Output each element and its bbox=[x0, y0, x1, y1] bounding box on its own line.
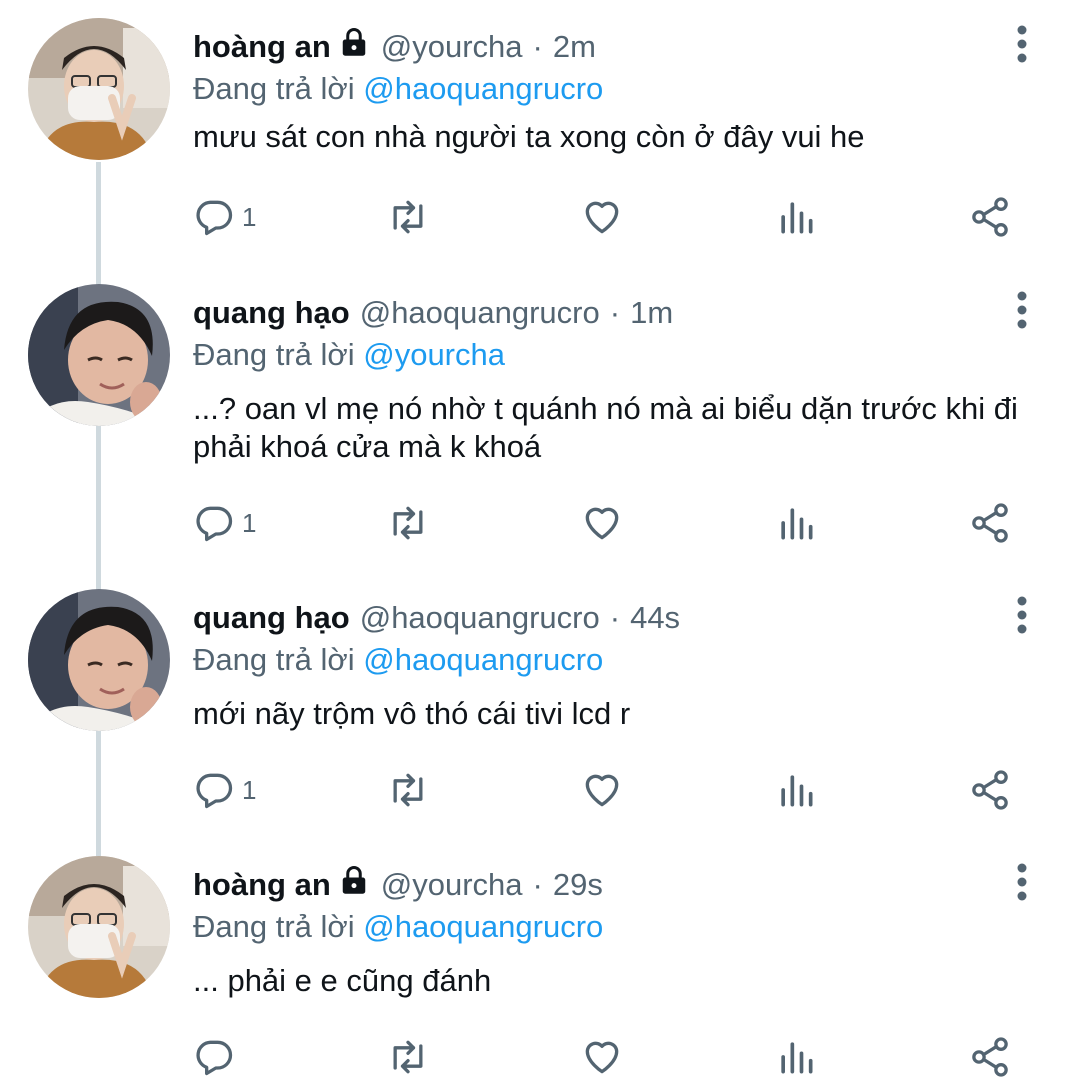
more-options-icon[interactable] bbox=[1004, 595, 1040, 635]
tweet-header: hoàng an @yourcha · 29s bbox=[193, 864, 603, 906]
reply-icon bbox=[196, 506, 233, 542]
analytics-icon bbox=[781, 202, 813, 234]
retweet-button[interactable] bbox=[386, 192, 430, 242]
share-icon bbox=[972, 1037, 1008, 1077]
replying-to: Đang trả lời @yourcha bbox=[193, 334, 505, 376]
user-handle[interactable]: @haoquangrucro bbox=[360, 597, 600, 639]
tweet-header: quang hạo @haoquangrucro · 44s bbox=[193, 597, 680, 639]
avatar[interactable] bbox=[28, 856, 170, 998]
like-button[interactable] bbox=[580, 1032, 624, 1082]
retweet-icon bbox=[393, 773, 423, 807]
reply-icon bbox=[196, 773, 233, 809]
timestamp[interactable]: 44s bbox=[630, 597, 680, 639]
display-name[interactable]: hoàng an bbox=[193, 26, 331, 68]
heart-icon bbox=[585, 1041, 619, 1074]
analytics-icon bbox=[781, 508, 813, 540]
replying-to-label: Đang trả lời bbox=[193, 909, 364, 944]
reply-button[interactable]: 1 bbox=[192, 498, 256, 548]
more-options-icon[interactable] bbox=[1004, 24, 1040, 64]
separator-dot: · bbox=[609, 295, 621, 330]
reply-mention-link[interactable]: @yourcha bbox=[363, 337, 505, 372]
analytics-button[interactable] bbox=[774, 498, 818, 548]
display-name[interactable]: quang hạo bbox=[193, 292, 350, 334]
replying-to: Đang trả lời @haoquangrucro bbox=[193, 639, 603, 681]
share-icon bbox=[972, 197, 1008, 237]
heart-icon bbox=[585, 774, 619, 807]
tweet-actions: 1 bbox=[0, 498, 1080, 548]
like-button[interactable] bbox=[580, 765, 624, 815]
reply-count: 1 bbox=[242, 201, 257, 232]
tweet-header: hoàng an @yourcha · 2m bbox=[193, 26, 596, 68]
like-button[interactable] bbox=[580, 192, 624, 242]
reply-icon bbox=[196, 1040, 233, 1076]
reply-count: 1 bbox=[242, 507, 257, 538]
analytics-icon bbox=[781, 1042, 813, 1074]
reply-button[interactable]: 1 bbox=[192, 192, 256, 242]
replying-to: Đang trả lời @haoquangrucro bbox=[193, 906, 603, 948]
more-options-icon[interactable] bbox=[1004, 290, 1040, 330]
retweet-icon bbox=[393, 506, 423, 540]
tweet-actions: 1 bbox=[0, 765, 1080, 815]
replying-to: Đang trả lời @haoquangrucro bbox=[193, 68, 603, 110]
retweet-icon bbox=[393, 1040, 423, 1074]
display-name[interactable]: quang hạo bbox=[193, 597, 350, 639]
separator-dot: · bbox=[532, 29, 543, 64]
timestamp[interactable]: 29s bbox=[553, 864, 603, 906]
tweet-text: ... phải e e cũng đánh bbox=[193, 963, 492, 998]
tweet-header: quang hạo @haoquangrucro · 1m bbox=[193, 292, 673, 334]
display-name[interactable]: hoàng an bbox=[193, 864, 331, 906]
share-button[interactable] bbox=[968, 192, 1012, 242]
retweet-icon bbox=[393, 200, 423, 234]
timestamp[interactable]: 2m bbox=[553, 26, 596, 68]
tweet-text: mới nãy trộm vô thó cái tivi lcd r bbox=[193, 696, 631, 731]
user-handle[interactable]: @haoquangrucro bbox=[360, 292, 600, 334]
retweet-button[interactable] bbox=[386, 765, 430, 815]
separator-dot: · bbox=[532, 867, 543, 902]
user-handle[interactable]: @yourcha bbox=[381, 864, 523, 906]
analytics-button[interactable] bbox=[774, 192, 818, 242]
reply-mention-link[interactable]: @haoquangrucro bbox=[363, 642, 603, 677]
reply-mention-link[interactable]: @haoquangrucro bbox=[363, 71, 603, 106]
share-icon bbox=[972, 770, 1008, 810]
share-button[interactable] bbox=[968, 498, 1012, 548]
tweet-text: mưu sát con nhà người ta xong còn ở đây … bbox=[193, 119, 865, 154]
tweet-text: ...? oan vl mẹ nó nhờ t quánh nó mà ai b… bbox=[193, 391, 1018, 464]
analytics-button[interactable] bbox=[774, 1032, 818, 1082]
like-button[interactable] bbox=[580, 498, 624, 548]
replying-to-label: Đang trả lời bbox=[193, 71, 364, 106]
avatar[interactable] bbox=[28, 284, 170, 426]
share-icon bbox=[972, 503, 1008, 543]
share-button[interactable] bbox=[968, 1032, 1012, 1082]
tweet-actions: 1 bbox=[0, 192, 1080, 242]
analytics-icon bbox=[781, 775, 813, 807]
heart-icon bbox=[585, 507, 619, 540]
lock-icon bbox=[342, 28, 366, 56]
avatar[interactable] bbox=[28, 18, 170, 160]
reply-count: 1 bbox=[242, 774, 257, 805]
reply-icon bbox=[196, 200, 233, 236]
replying-to-label: Đang trả lời bbox=[193, 642, 364, 677]
timestamp[interactable]: 1m bbox=[630, 292, 673, 334]
retweet-button[interactable] bbox=[386, 498, 430, 548]
lock-icon bbox=[342, 866, 366, 894]
reply-mention-link[interactable]: @haoquangrucro bbox=[363, 909, 603, 944]
user-handle[interactable]: @yourcha bbox=[381, 26, 523, 68]
share-button[interactable] bbox=[968, 765, 1012, 815]
separator-dot: · bbox=[609, 600, 621, 635]
reply-button[interactable]: 1 bbox=[192, 765, 256, 815]
tweet-actions bbox=[0, 1032, 1080, 1082]
analytics-button[interactable] bbox=[774, 765, 818, 815]
replying-to-label: Đang trả lời bbox=[193, 337, 364, 372]
avatar[interactable] bbox=[28, 589, 170, 731]
more-options-icon[interactable] bbox=[1004, 862, 1040, 902]
retweet-button[interactable] bbox=[386, 1032, 430, 1082]
reply-button[interactable] bbox=[192, 1032, 242, 1082]
heart-icon bbox=[585, 201, 619, 234]
